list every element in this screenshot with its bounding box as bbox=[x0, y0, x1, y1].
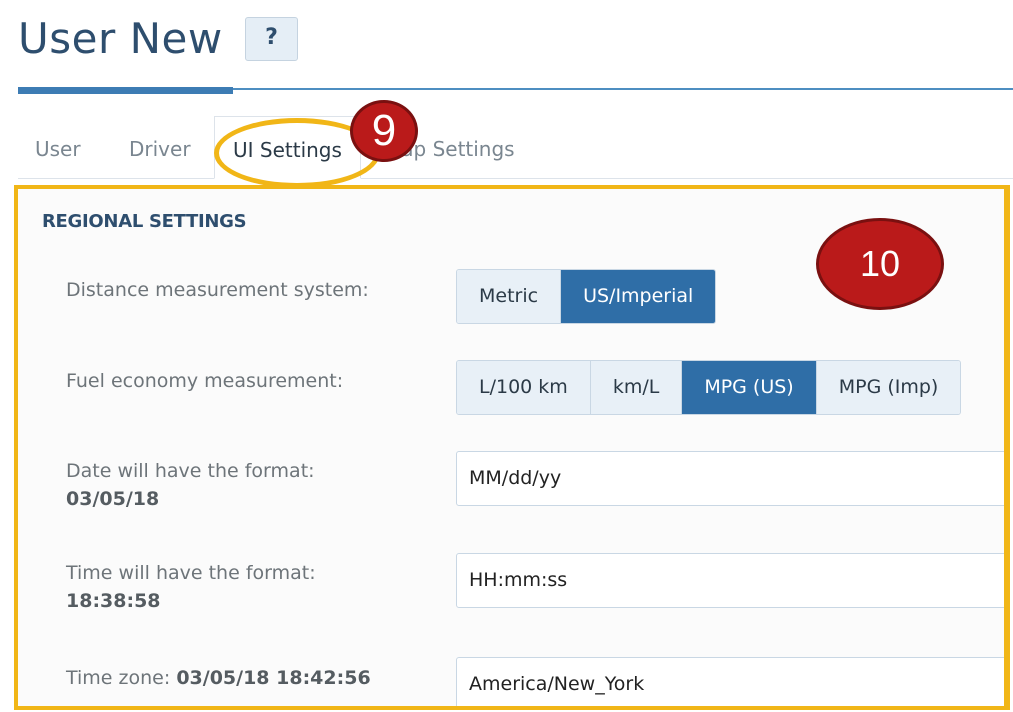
time-format-input[interactable]: HH:mm:ss bbox=[456, 553, 1004, 608]
time-format-label: Time will have the format: 18:38:58 bbox=[66, 559, 316, 615]
fuel-label: Fuel economy measurement: bbox=[66, 370, 344, 392]
fuel-option-mpg-us[interactable]: MPG (US) bbox=[682, 361, 817, 414]
date-format-label-text: Date will have the format: bbox=[66, 460, 315, 482]
tab-user[interactable]: User bbox=[35, 116, 81, 178]
section-title: REGIONAL SETTINGS bbox=[42, 211, 247, 232]
date-format-example: 03/05/18 bbox=[66, 488, 160, 510]
date-format-label: Date will have the format: 03/05/18 bbox=[66, 457, 315, 513]
fuel-toggle: L/100 km km/L MPG (US) MPG (Imp) bbox=[456, 360, 962, 415]
page-title: User New bbox=[18, 14, 223, 63]
tab-driver[interactable]: Driver bbox=[129, 116, 191, 178]
fuel-option-l100km[interactable]: L/100 km bbox=[457, 361, 591, 414]
distance-option-metric[interactable]: Metric bbox=[457, 270, 562, 323]
fuel-option-mpg-imp[interactable]: MPG (Imp) bbox=[816, 361, 961, 414]
distance-toggle: Metric US/Imperial bbox=[456, 269, 717, 324]
title-underline bbox=[18, 87, 233, 94]
tab-ui-settings[interactable]: UI Settings bbox=[214, 116, 361, 179]
distance-label: Distance measurement system: bbox=[66, 279, 369, 301]
timezone-select[interactable]: America/New_York bbox=[456, 657, 1004, 706]
distance-option-us-imperial[interactable]: US/Imperial bbox=[561, 270, 716, 323]
timezone-label-text: Time zone: bbox=[66, 667, 171, 689]
time-format-label-text: Time will have the format: bbox=[66, 562, 316, 584]
timezone-current-time: 03/05/18 18:42:56 bbox=[176, 667, 371, 689]
fuel-option-kml[interactable]: km/L bbox=[590, 361, 683, 414]
date-format-input[interactable]: MM/dd/yy bbox=[456, 451, 1004, 506]
callout-badge-10: 10 bbox=[816, 218, 944, 310]
tab-bar: User Driver UI Settings Map Settings bbox=[18, 116, 1013, 179]
timezone-label: Time zone: 03/05/18 18:42:56 bbox=[66, 664, 371, 692]
time-format-example: 18:38:58 bbox=[66, 590, 161, 612]
callout-badge-9: 9 bbox=[350, 100, 418, 162]
help-button[interactable]: ? bbox=[245, 17, 298, 61]
